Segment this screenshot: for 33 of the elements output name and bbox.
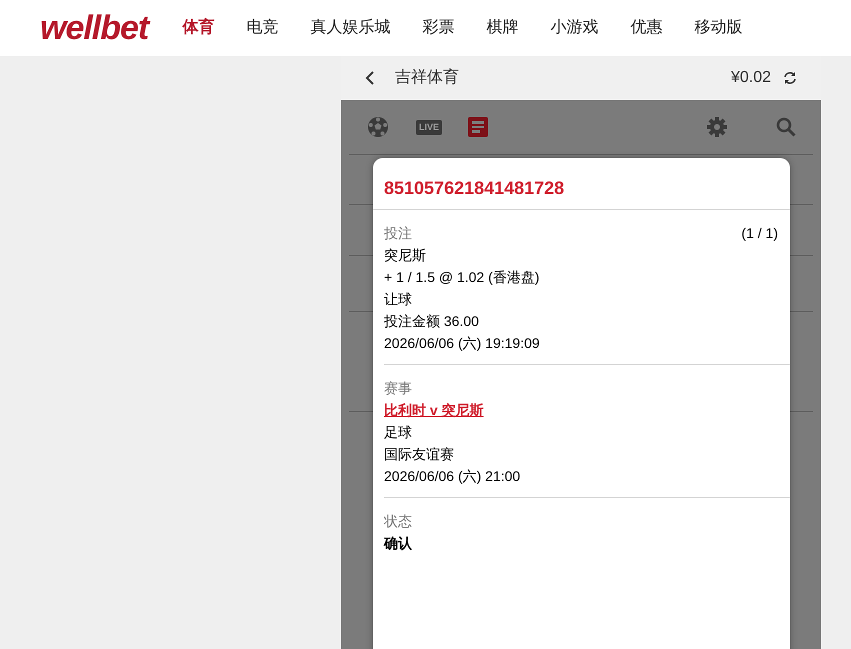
match-link[interactable]: 比利时 v 突尼斯 [384, 399, 484, 421]
detail-text: 2026/06/06 (六) 19:19:09 [384, 334, 540, 353]
search-icon[interactable] [776, 117, 796, 137]
nav-link[interactable]: 真人娱乐城 [310, 16, 390, 40]
football-icon[interactable] [366, 115, 390, 139]
settings-icon[interactable] [706, 116, 728, 138]
wellbet-logo[interactable]: wellbet [40, 11, 148, 45]
detail-text: 投注金额 36.00 [384, 312, 479, 331]
nav-link[interactable]: 彩票 [422, 16, 454, 40]
nav-link[interactable]: 移动版 [694, 16, 742, 40]
refresh-icon[interactable] [783, 71, 797, 85]
back-icon[interactable] [365, 70, 375, 86]
nav-link[interactable]: 优惠 [630, 16, 662, 40]
section-label: 赛事 [384, 379, 412, 398]
nav-link[interactable]: 小游戏 [550, 16, 598, 40]
panel-title: 吉祥体育 [395, 67, 459, 88]
status-text: 确认 [384, 534, 412, 553]
detail-text: 2026/06/06 (六) 21:00 [384, 467, 520, 486]
detail-text: 突尼斯 [384, 246, 426, 265]
nav-link[interactable]: 体育 [182, 16, 214, 40]
detail-text: 足球 [384, 423, 412, 442]
detail-text: 国际友谊赛 [384, 445, 454, 464]
detail-text: 让球 [384, 290, 412, 309]
balance-text: ¥0.02 [730, 68, 771, 88]
detail-text: + 1 / 1.5 @ 1.02 (香港盘) [384, 268, 540, 287]
bet-counter: (1 / 1) [741, 224, 778, 243]
live-tab[interactable]: LIVE [416, 120, 442, 134]
section-label: 状态 [384, 512, 412, 531]
bet-id: 851057621841481728 [384, 177, 564, 199]
section-label: 投注 [384, 224, 412, 243]
nav-link[interactable]: 电竞 [246, 16, 278, 40]
bet-list-icon[interactable] [468, 117, 488, 137]
nav-link[interactable]: 棋牌 [486, 16, 518, 40]
